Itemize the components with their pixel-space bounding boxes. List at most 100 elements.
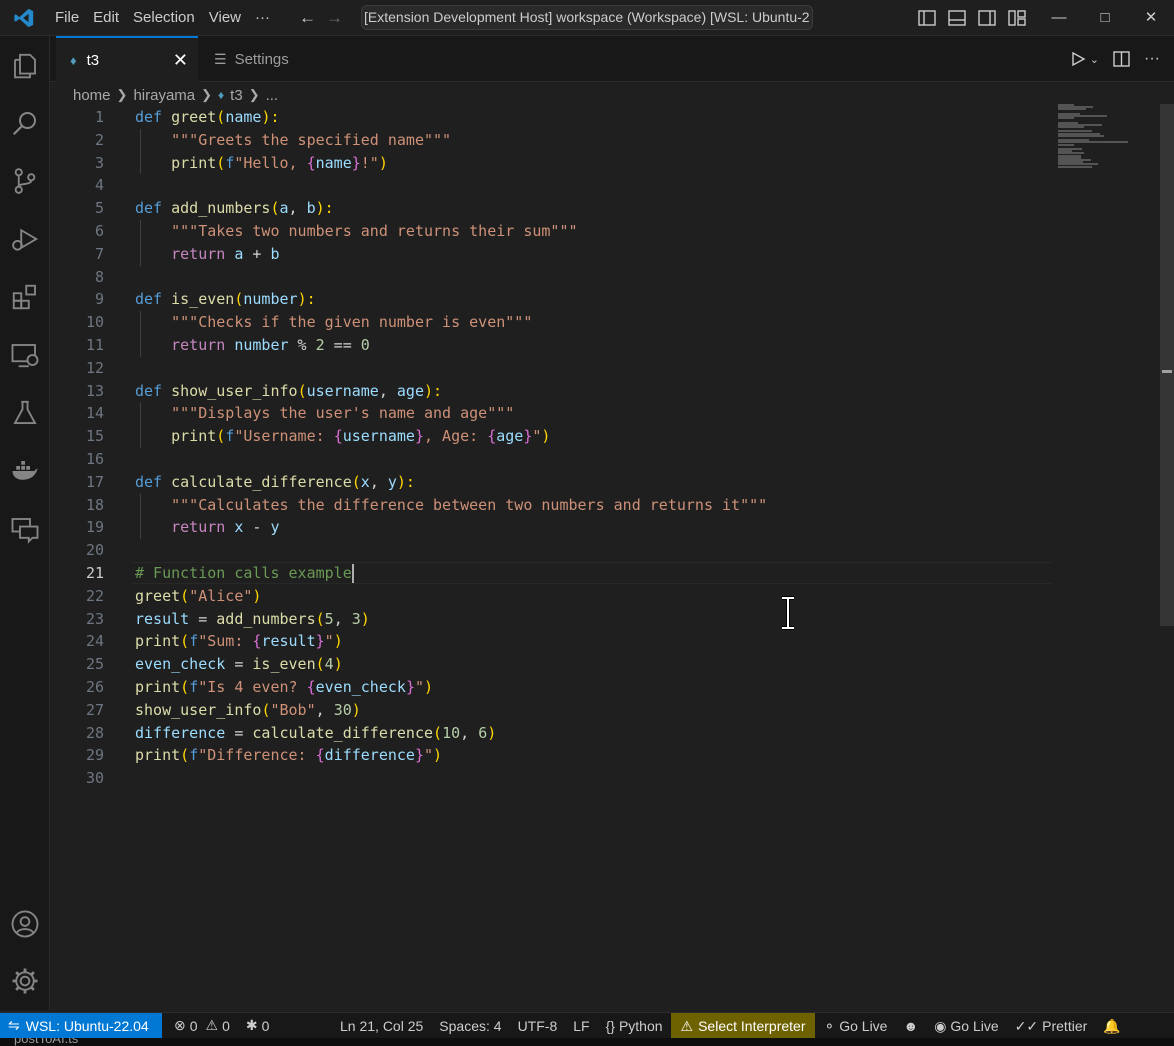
toggle-sidebar-icon[interactable] — [918, 10, 936, 26]
breadcrumb-hirayama[interactable]: hirayama — [133, 87, 195, 104]
code-line[interactable]: 16 — [50, 448, 1050, 471]
code-line[interactable]: 17 def calculate_difference(x, y): — [50, 471, 1050, 494]
code-line[interactable]: 3 print(f"Hello, {name}!") — [50, 152, 1050, 175]
code-token: { — [306, 153, 316, 172]
code-line[interactable]: 26 print(f"Is 4 even? {even_check}") — [50, 676, 1050, 699]
code-line[interactable]: 19 return x - y — [50, 516, 1050, 539]
forward-arrow-icon[interactable]: → — [326, 8, 343, 28]
code-token: ( — [180, 678, 190, 696]
code-token: difference — [324, 746, 415, 765]
docker-icon[interactable] — [0, 447, 50, 495]
tab-settings[interactable]: ☰ Settings — [200, 36, 330, 82]
code-line[interactable]: 1 def greet(name): — [50, 106, 1050, 129]
code-line[interactable]: 9 def is_even(number): — [50, 288, 1050, 311]
code-line[interactable]: 28 difference = calculate_difference(10, … — [50, 722, 1050, 745]
code-editor[interactable]: 1 def greet(name): 2 """Greets the specifi… — [50, 106, 1174, 1010]
breadcrumb-symbols[interactable]: ... — [266, 87, 279, 104]
minimap-line — [1058, 165, 1092, 168]
breadcrumb-file[interactable]: t3 — [230, 87, 243, 104]
toggle-secondary-sidebar-icon[interactable] — [978, 10, 996, 26]
code-line[interactable]: 23 result = add_numbers(5, 3) — [50, 608, 1050, 631]
minimap-line — [1058, 117, 1074, 120]
code-line[interactable]: 13 def show_user_info(username, age): — [50, 380, 1050, 403]
menu-edit[interactable]: Edit — [86, 0, 126, 36]
code-line[interactable]: 10 """Checks if the given number is even… — [50, 311, 1050, 334]
customize-layout-icon[interactable] — [1008, 10, 1026, 26]
code-line[interactable]: 22 greet("Alice") — [50, 585, 1050, 608]
code-line[interactable]: 21 # Function calls example — [50, 562, 1050, 585]
more-actions-icon[interactable]: ··· — [1144, 50, 1160, 68]
line-number: 23 — [85, 609, 104, 628]
indentation[interactable]: Spaces: 4 — [431, 1018, 509, 1034]
testing-flask-icon[interactable] — [0, 389, 50, 437]
code-token: ) — [487, 723, 497, 742]
remote-explorer-icon[interactable] — [0, 331, 50, 379]
code-line[interactable]: 15 print(f"Username: {username}, Age: {a… — [50, 425, 1050, 448]
code-line[interactable]: 12 — [50, 357, 1050, 380]
code-line[interactable]: 4 — [50, 174, 1050, 197]
menu-selection[interactable]: Selection — [126, 0, 202, 36]
search-icon[interactable] — [0, 99, 50, 147]
maximize-button[interactable]: □ — [1082, 0, 1128, 36]
code-line[interactable]: 8 — [50, 266, 1050, 289]
minimap-line — [1058, 143, 1074, 146]
code-line[interactable]: 25 even_check = is_even(4) — [50, 653, 1050, 676]
manage-gear-icon[interactable] — [0, 957, 50, 1005]
remote-indicator[interactable]: ⇋ WSL: Ubuntu-22.04 — [0, 1012, 162, 1039]
code-line[interactable]: 11 return number % 2 == 0 — [50, 334, 1050, 357]
code-text: def show_user_info(username, age): — [135, 380, 442, 403]
language-mode[interactable]: {} Python — [598, 1018, 671, 1034]
background-file-label: postToAI.ts — [14, 1038, 79, 1046]
close-window-button[interactable]: ✕ — [1128, 0, 1174, 36]
encoding[interactable]: UTF-8 — [510, 1018, 566, 1034]
minimize-button[interactable]: — — [1036, 0, 1082, 36]
ports-indicator[interactable]: ✱ 0 — [238, 1017, 278, 1034]
line-number: 19 — [85, 518, 104, 537]
code-line[interactable]: 30 — [50, 767, 1050, 790]
code-line[interactable]: 5 def add_numbers(a, b): — [50, 197, 1050, 220]
prettier-button[interactable]: ✓✓ Prettier — [1007, 1018, 1096, 1035]
remote-icon: ⇋ — [8, 1017, 20, 1033]
code-line[interactable]: 20 — [50, 539, 1050, 562]
code-line[interactable]: 14 """Displays the user's name and age""… — [50, 402, 1050, 425]
menu-view[interactable]: View — [202, 0, 248, 36]
code-token: "Username: — [234, 427, 334, 446]
go-live-button-1[interactable]: ⚬ Go Live — [815, 1018, 895, 1035]
cursor-position[interactable]: Ln 21, Col 25 — [332, 1018, 431, 1034]
source-control-icon[interactable] — [0, 157, 50, 205]
code-token: { — [306, 678, 316, 696]
command-center[interactable]: [Extension Development Host] workspace (… — [361, 5, 813, 30]
code-line[interactable]: 29 print(f"Difference: {difference}") — [50, 744, 1050, 767]
notifications-bell-icon[interactable]: 🔔 — [1095, 1018, 1128, 1035]
back-arrow-icon[interactable]: ← — [299, 8, 316, 28]
problems-indicator[interactable]: ⊗ 0 ⚠ 0 — [166, 1017, 238, 1034]
breadcrumb-home[interactable]: home — [73, 87, 111, 104]
explorer-icon[interactable] — [0, 42, 50, 90]
code-line[interactable]: 27 show_user_info("Bob", 30) — [50, 699, 1050, 722]
code-line[interactable]: 18 """Calculates the difference between … — [50, 494, 1050, 517]
end-of-line[interactable]: LF — [565, 1018, 597, 1034]
account-icon[interactable] — [0, 900, 50, 948]
code-token: { — [333, 427, 343, 446]
select-interpreter-button[interactable]: ⚠ Select Interpreter — [670, 1013, 816, 1039]
run-file-icon[interactable] — [1070, 51, 1086, 67]
code-line[interactable]: 7 return a + b — [50, 243, 1050, 266]
minimap[interactable] — [1058, 104, 1158, 174]
code-line[interactable]: 24 print(f"Sum: {result}") — [50, 630, 1050, 653]
extensions-icon[interactable] — [0, 273, 50, 321]
vertical-scrollbar[interactable] — [1160, 104, 1174, 626]
chevron-down-icon[interactable]: ⌄ — [1090, 53, 1099, 66]
toggle-panel-icon[interactable] — [948, 10, 966, 26]
close-tab-icon[interactable]: ✕ — [173, 50, 188, 71]
code-line[interactable]: 2 """Greets the specified name""" — [50, 129, 1050, 152]
tab-t3[interactable]: ♦ t3 ✕ — [56, 36, 198, 82]
code-line[interactable]: 6 """Takes two numbers and returns their… — [50, 220, 1050, 243]
menu-more[interactable]: ··· — [248, 0, 277, 36]
menu-file[interactable]: File — [48, 0, 86, 36]
split-editor-icon[interactable] — [1113, 51, 1130, 67]
run-debug-icon[interactable] — [0, 215, 50, 263]
code-token: is_even — [171, 290, 235, 309]
chat-feedback-icon[interactable] — [0, 505, 50, 553]
copilot-icon[interactable]: ☻ — [895, 1018, 926, 1034]
go-live-button-2[interactable]: ◉ Go Live — [926, 1018, 1006, 1035]
